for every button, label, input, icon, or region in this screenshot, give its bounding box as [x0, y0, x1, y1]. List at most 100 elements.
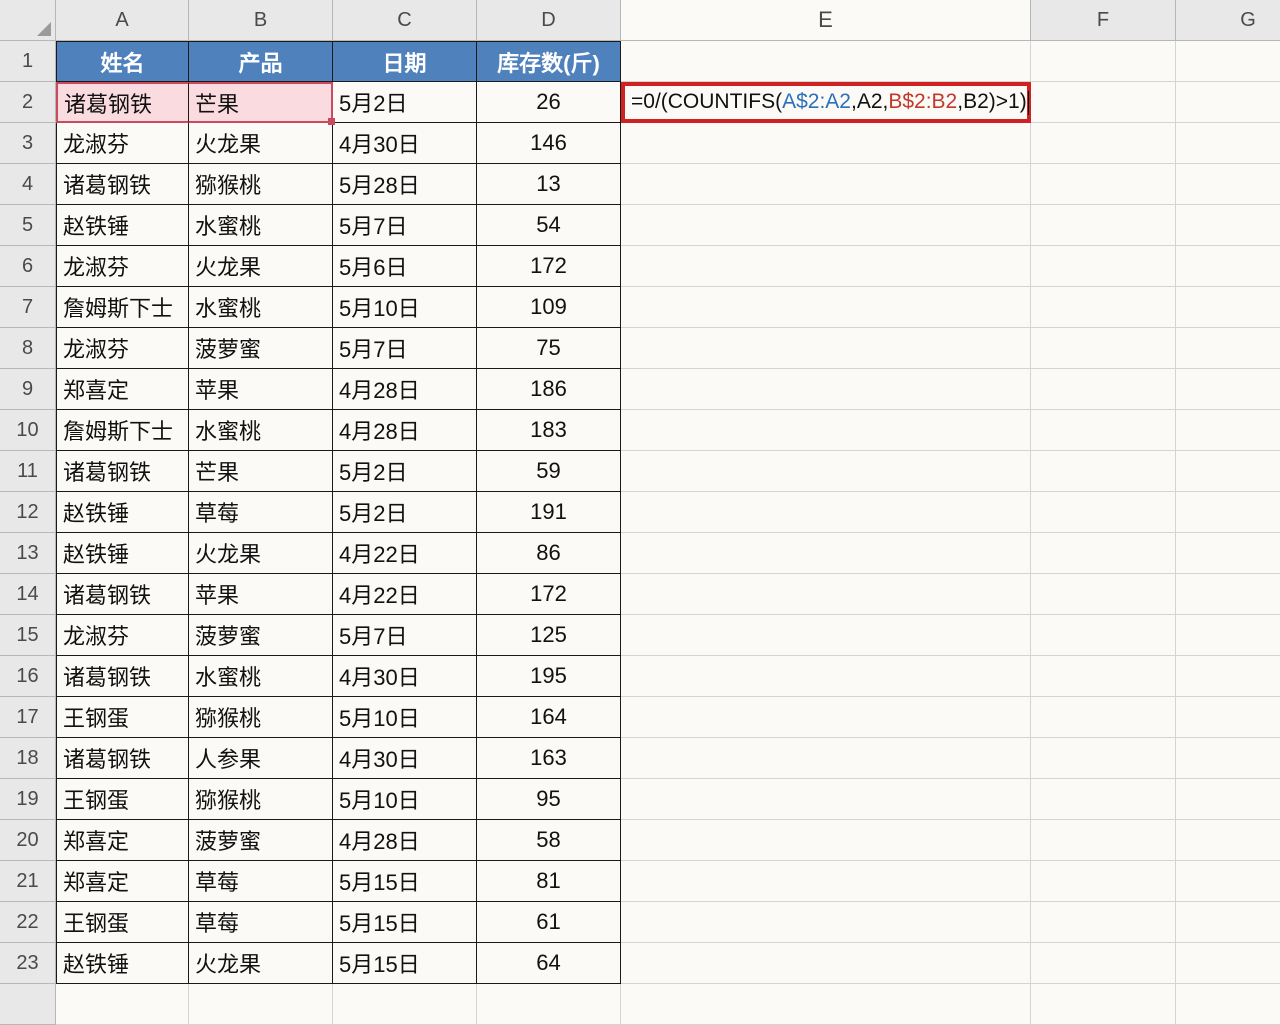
data-cell[interactable]: 5月2日 — [333, 82, 477, 123]
cell-empty[interactable] — [1031, 451, 1176, 492]
row-header-8[interactable]: 8 — [0, 328, 56, 369]
data-cell[interactable]: 186 — [477, 369, 621, 410]
data-cell[interactable]: 59 — [477, 451, 621, 492]
cell-empty[interactable] — [621, 205, 1031, 246]
data-cell[interactable]: 芒果 — [189, 82, 333, 123]
data-cell[interactable]: 4月28日 — [333, 369, 477, 410]
cell-empty[interactable] — [333, 984, 477, 1025]
cell-empty[interactable] — [1176, 369, 1280, 410]
cell-empty[interactable] — [189, 984, 333, 1025]
data-cell[interactable]: 195 — [477, 656, 621, 697]
row-header-1[interactable]: 1 — [0, 41, 56, 82]
data-cell[interactable]: 诸葛钢铁 — [56, 451, 189, 492]
data-cell[interactable]: 水蜜桃 — [189, 410, 333, 451]
cell-empty[interactable] — [621, 820, 1031, 861]
data-cell[interactable]: 4月28日 — [333, 820, 477, 861]
cell-empty[interactable] — [1031, 615, 1176, 656]
data-cell[interactable]: 5月10日 — [333, 697, 477, 738]
row-header-23[interactable]: 23 — [0, 943, 56, 984]
row-header-7[interactable]: 7 — [0, 287, 56, 328]
row-header-19[interactable]: 19 — [0, 779, 56, 820]
cell-empty[interactable] — [1031, 123, 1176, 164]
cell-empty[interactable] — [621, 287, 1031, 328]
cell-empty[interactable] — [1031, 656, 1176, 697]
data-cell[interactable]: 4月22日 — [333, 533, 477, 574]
cell-empty[interactable] — [1031, 902, 1176, 943]
data-cell[interactable]: 草莓 — [189, 861, 333, 902]
data-cell[interactable]: 菠萝蜜 — [189, 328, 333, 369]
data-cell[interactable]: 5月2日 — [333, 492, 477, 533]
data-cell[interactable]: 5月10日 — [333, 287, 477, 328]
cell-empty[interactable] — [1176, 492, 1280, 533]
row-header-3[interactable]: 3 — [0, 123, 56, 164]
cell-empty[interactable] — [1176, 205, 1280, 246]
row-header-2[interactable]: 2 — [0, 82, 56, 123]
row-header-16[interactable]: 16 — [0, 656, 56, 697]
cell-empty[interactable] — [621, 697, 1031, 738]
cell-empty[interactable] — [1031, 492, 1176, 533]
cell-empty[interactable] — [621, 451, 1031, 492]
cell-empty[interactable] — [621, 902, 1031, 943]
data-cell[interactable]: 郑喜定 — [56, 369, 189, 410]
data-cell[interactable]: 172 — [477, 574, 621, 615]
cell-empty[interactable] — [621, 574, 1031, 615]
data-cell[interactable]: 81 — [477, 861, 621, 902]
data-cell[interactable]: 王钢蛋 — [56, 779, 189, 820]
data-cell[interactable]: 火龙果 — [189, 943, 333, 984]
data-cell[interactable]: 苹果 — [189, 369, 333, 410]
cell-empty[interactable] — [1176, 287, 1280, 328]
data-cell[interactable]: 26 — [477, 82, 621, 123]
data-cell[interactable]: 詹姆斯下士 — [56, 287, 189, 328]
row-header-13[interactable]: 13 — [0, 533, 56, 574]
data-cell[interactable]: 詹姆斯下士 — [56, 410, 189, 451]
data-cell[interactable]: 诸葛钢铁 — [56, 82, 189, 123]
data-cell[interactable]: 5月7日 — [333, 328, 477, 369]
data-cell[interactable]: 5月7日 — [333, 205, 477, 246]
data-cell[interactable]: 王钢蛋 — [56, 902, 189, 943]
cell-empty[interactable] — [1176, 328, 1280, 369]
cell-empty[interactable] — [1031, 41, 1176, 82]
select-all-corner[interactable] — [0, 0, 56, 41]
data-cell[interactable]: 125 — [477, 615, 621, 656]
cell-empty[interactable] — [1031, 820, 1176, 861]
cell-empty[interactable] — [1176, 123, 1280, 164]
cell-empty[interactable] — [621, 41, 1031, 82]
cell-empty[interactable] — [1176, 246, 1280, 287]
cell-empty[interactable] — [1176, 82, 1280, 123]
cell-empty[interactable] — [621, 164, 1031, 205]
row-header-20[interactable]: 20 — [0, 820, 56, 861]
data-cell[interactable]: 172 — [477, 246, 621, 287]
data-cell[interactable]: 86 — [477, 533, 621, 574]
data-cell[interactable]: 赵铁锤 — [56, 205, 189, 246]
data-cell[interactable]: 水蜜桃 — [189, 287, 333, 328]
data-cell[interactable]: 赵铁锤 — [56, 943, 189, 984]
cell-empty[interactable] — [56, 984, 189, 1025]
data-cell[interactable]: 龙淑芬 — [56, 615, 189, 656]
row-header-extra[interactable] — [0, 984, 56, 1025]
data-cell[interactable]: 菠萝蜜 — [189, 820, 333, 861]
cell-empty[interactable] — [621, 779, 1031, 820]
cell-empty[interactable] — [1031, 738, 1176, 779]
cell-empty[interactable] — [621, 369, 1031, 410]
cell-empty[interactable] — [621, 123, 1031, 164]
data-cell[interactable]: 64 — [477, 943, 621, 984]
data-cell[interactable]: 5月7日 — [333, 615, 477, 656]
column-header-C[interactable]: C — [333, 0, 477, 41]
cell-empty[interactable] — [1031, 779, 1176, 820]
row-header-21[interactable]: 21 — [0, 861, 56, 902]
data-cell[interactable]: 5月15日 — [333, 861, 477, 902]
row-header-14[interactable]: 14 — [0, 574, 56, 615]
row-header-12[interactable]: 12 — [0, 492, 56, 533]
cell-empty[interactable] — [1031, 287, 1176, 328]
data-cell[interactable]: 草莓 — [189, 902, 333, 943]
data-cell[interactable]: 146 — [477, 123, 621, 164]
cell-empty[interactable] — [1176, 533, 1280, 574]
data-cell[interactable]: 水蜜桃 — [189, 656, 333, 697]
data-cell[interactable]: 诸葛钢铁 — [56, 574, 189, 615]
cell-empty[interactable] — [477, 984, 621, 1025]
cell-empty[interactable] — [1031, 410, 1176, 451]
cell-empty[interactable] — [1176, 984, 1280, 1025]
data-cell[interactable]: 75 — [477, 328, 621, 369]
data-cell[interactable]: 龙淑芬 — [56, 328, 189, 369]
cell-empty[interactable] — [1031, 574, 1176, 615]
